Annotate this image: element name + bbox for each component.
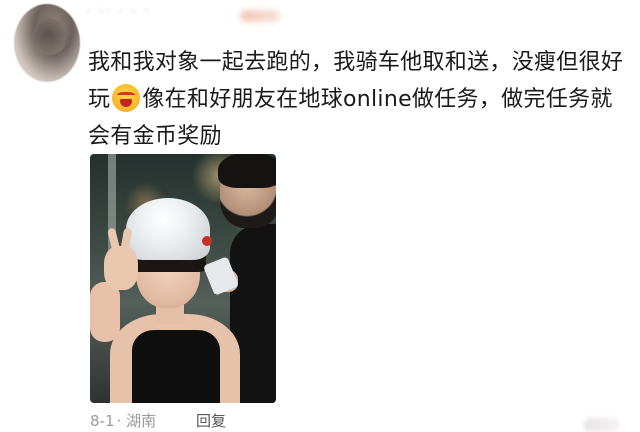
- photo-helmet: [126, 198, 210, 260]
- comment-card: · ·· · · · 我和我对象一起去跑的，我骑车他取和送，没瘦但很好玩 像在和好…: [0, 0, 640, 432]
- meta-separator: ·: [116, 412, 122, 430]
- like-area[interactable]: [584, 418, 620, 432]
- photo-black-top: [132, 330, 220, 403]
- comment-photo[interactable]: [90, 154, 276, 403]
- comment-text: 我和我对象一起去跑的，我骑车他取和送，没瘦但很好玩 像在和好朋友在地球online…: [88, 44, 628, 155]
- photo-arm: [90, 282, 120, 342]
- user-badge: [240, 10, 280, 22]
- photo-helmet-strap: [202, 236, 212, 246]
- reply-button[interactable]: 回复: [196, 410, 226, 431]
- angry-face-emoji-icon: [112, 84, 141, 112]
- comment-meta: 8-1 · 湖南 回复: [90, 410, 226, 432]
- comment-text-part-2: 像在和好朋友在地球online做任务，做完任务就会有金币奖励: [88, 87, 613, 149]
- comment-location: 湖南: [126, 412, 157, 430]
- photo-peace-sign: [104, 246, 138, 290]
- comment-date: 8-1: [90, 412, 115, 430]
- avatar[interactable]: [14, 4, 80, 82]
- photo-man-hair: [218, 154, 276, 188]
